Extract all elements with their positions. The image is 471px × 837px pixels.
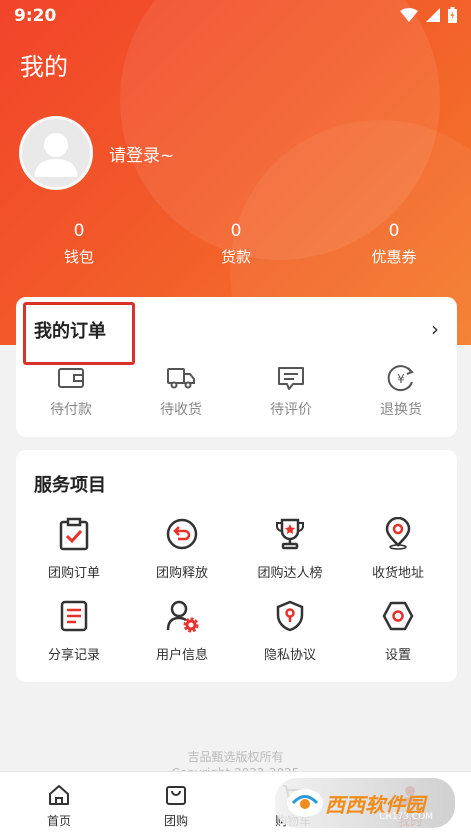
order-pending-receipt[interactable]: 待收货 bbox=[136, 363, 226, 419]
stat-label: 货款 bbox=[220, 248, 251, 266]
user-settings-icon bbox=[132, 598, 232, 634]
login-prompt[interactable]: 请登录~ bbox=[109, 141, 174, 166]
copyright-owner: 吉品甄选版权所有 bbox=[187, 750, 284, 764]
location-pin-icon bbox=[348, 516, 448, 552]
tab-home[interactable]: 首页 bbox=[19, 782, 99, 829]
svg-text:¥: ¥ bbox=[397, 372, 405, 386]
wallet-icon bbox=[26, 363, 116, 393]
comment-icon bbox=[246, 363, 336, 393]
service-user-info[interactable]: 用户信息 bbox=[132, 598, 232, 663]
status-icons bbox=[400, 7, 457, 23]
tab-group-buy[interactable]: 团购 bbox=[136, 782, 216, 829]
service-leaderboard[interactable]: 团购达人榜 bbox=[240, 516, 340, 581]
order-item-label: 退换货 bbox=[380, 402, 422, 418]
trophy-icon bbox=[240, 516, 340, 552]
order-returns[interactable]: ¥ 退换货 bbox=[356, 363, 446, 419]
service-label: 设置 bbox=[384, 648, 411, 663]
stat-value: 0 bbox=[230, 221, 242, 241]
page-title: 我的 bbox=[20, 53, 68, 81]
watermark-url: CR173.COM bbox=[379, 812, 433, 822]
service-group-orders[interactable]: 团购订单 bbox=[24, 516, 124, 581]
order-item-label: 待付款 bbox=[50, 402, 92, 418]
watermark-logo: 西西软件园 CR173.COM bbox=[275, 778, 455, 828]
order-item-label: 待收货 bbox=[160, 402, 202, 418]
clipboard-check-icon bbox=[24, 516, 124, 552]
refund-icon: ¥ bbox=[356, 363, 446, 393]
stat-label: 钱包 bbox=[63, 248, 94, 266]
settings-hexagon-icon bbox=[348, 598, 448, 634]
service-label: 团购达人榜 bbox=[257, 566, 323, 581]
stat-coupons[interactable]: 0 优惠券 bbox=[344, 221, 444, 267]
home-icon bbox=[19, 782, 99, 808]
user-avatar-icon bbox=[34, 133, 78, 177]
stat-value: 0 bbox=[388, 221, 400, 241]
order-item-label: 待评价 bbox=[270, 402, 312, 418]
order-pending-review[interactable]: 待评价 bbox=[246, 363, 336, 419]
chevron-right-icon[interactable]: › bbox=[431, 317, 439, 341]
signal-icon bbox=[426, 8, 440, 22]
services-card: 服务项目 团购订单 团购释放 团购达人榜 收货地址 分享记录 用户信息 隐私协议… bbox=[16, 450, 457, 682]
return-arrow-icon bbox=[132, 516, 232, 552]
shopping-bag-icon bbox=[136, 782, 216, 808]
watermark-emblem-icon bbox=[287, 789, 323, 817]
highlight-box bbox=[23, 302, 135, 365]
service-label: 用户信息 bbox=[155, 648, 208, 663]
stat-payment[interactable]: 0 货款 bbox=[186, 221, 286, 267]
document-list-icon bbox=[24, 598, 124, 634]
service-label: 收货地址 bbox=[371, 566, 424, 581]
service-settings[interactable]: 设置 bbox=[348, 598, 448, 663]
privacy-shield-icon bbox=[240, 598, 340, 634]
service-privacy[interactable]: 隐私协议 bbox=[240, 598, 340, 663]
service-share-records[interactable]: 分享记录 bbox=[24, 598, 124, 663]
tab-label: 团购 bbox=[163, 814, 188, 828]
service-label: 团购订单 bbox=[47, 566, 100, 581]
service-address[interactable]: 收货地址 bbox=[348, 516, 448, 581]
status-time: 9:20 bbox=[14, 6, 57, 26]
orders-card: 我的订单 › 待付款 待收货 待评价 ¥ 退换货 bbox=[16, 297, 457, 437]
service-label: 分享记录 bbox=[47, 648, 100, 663]
stat-label: 优惠券 bbox=[371, 248, 417, 266]
truck-icon bbox=[136, 363, 226, 393]
tab-label: 首页 bbox=[46, 814, 71, 828]
stat-wallet[interactable]: 0 钱包 bbox=[29, 221, 129, 267]
stat-value: 0 bbox=[73, 221, 85, 241]
status-bar: 9:20 bbox=[0, 0, 471, 34]
service-label: 团购释放 bbox=[155, 566, 208, 581]
avatar[interactable] bbox=[19, 116, 93, 190]
services-title: 服务项目 bbox=[34, 475, 106, 496]
service-group-release[interactable]: 团购释放 bbox=[132, 516, 232, 581]
order-pending-payment[interactable]: 待付款 bbox=[26, 363, 116, 419]
battery-icon bbox=[448, 7, 457, 23]
service-label: 隐私协议 bbox=[263, 648, 316, 663]
wifi-icon bbox=[400, 8, 418, 22]
